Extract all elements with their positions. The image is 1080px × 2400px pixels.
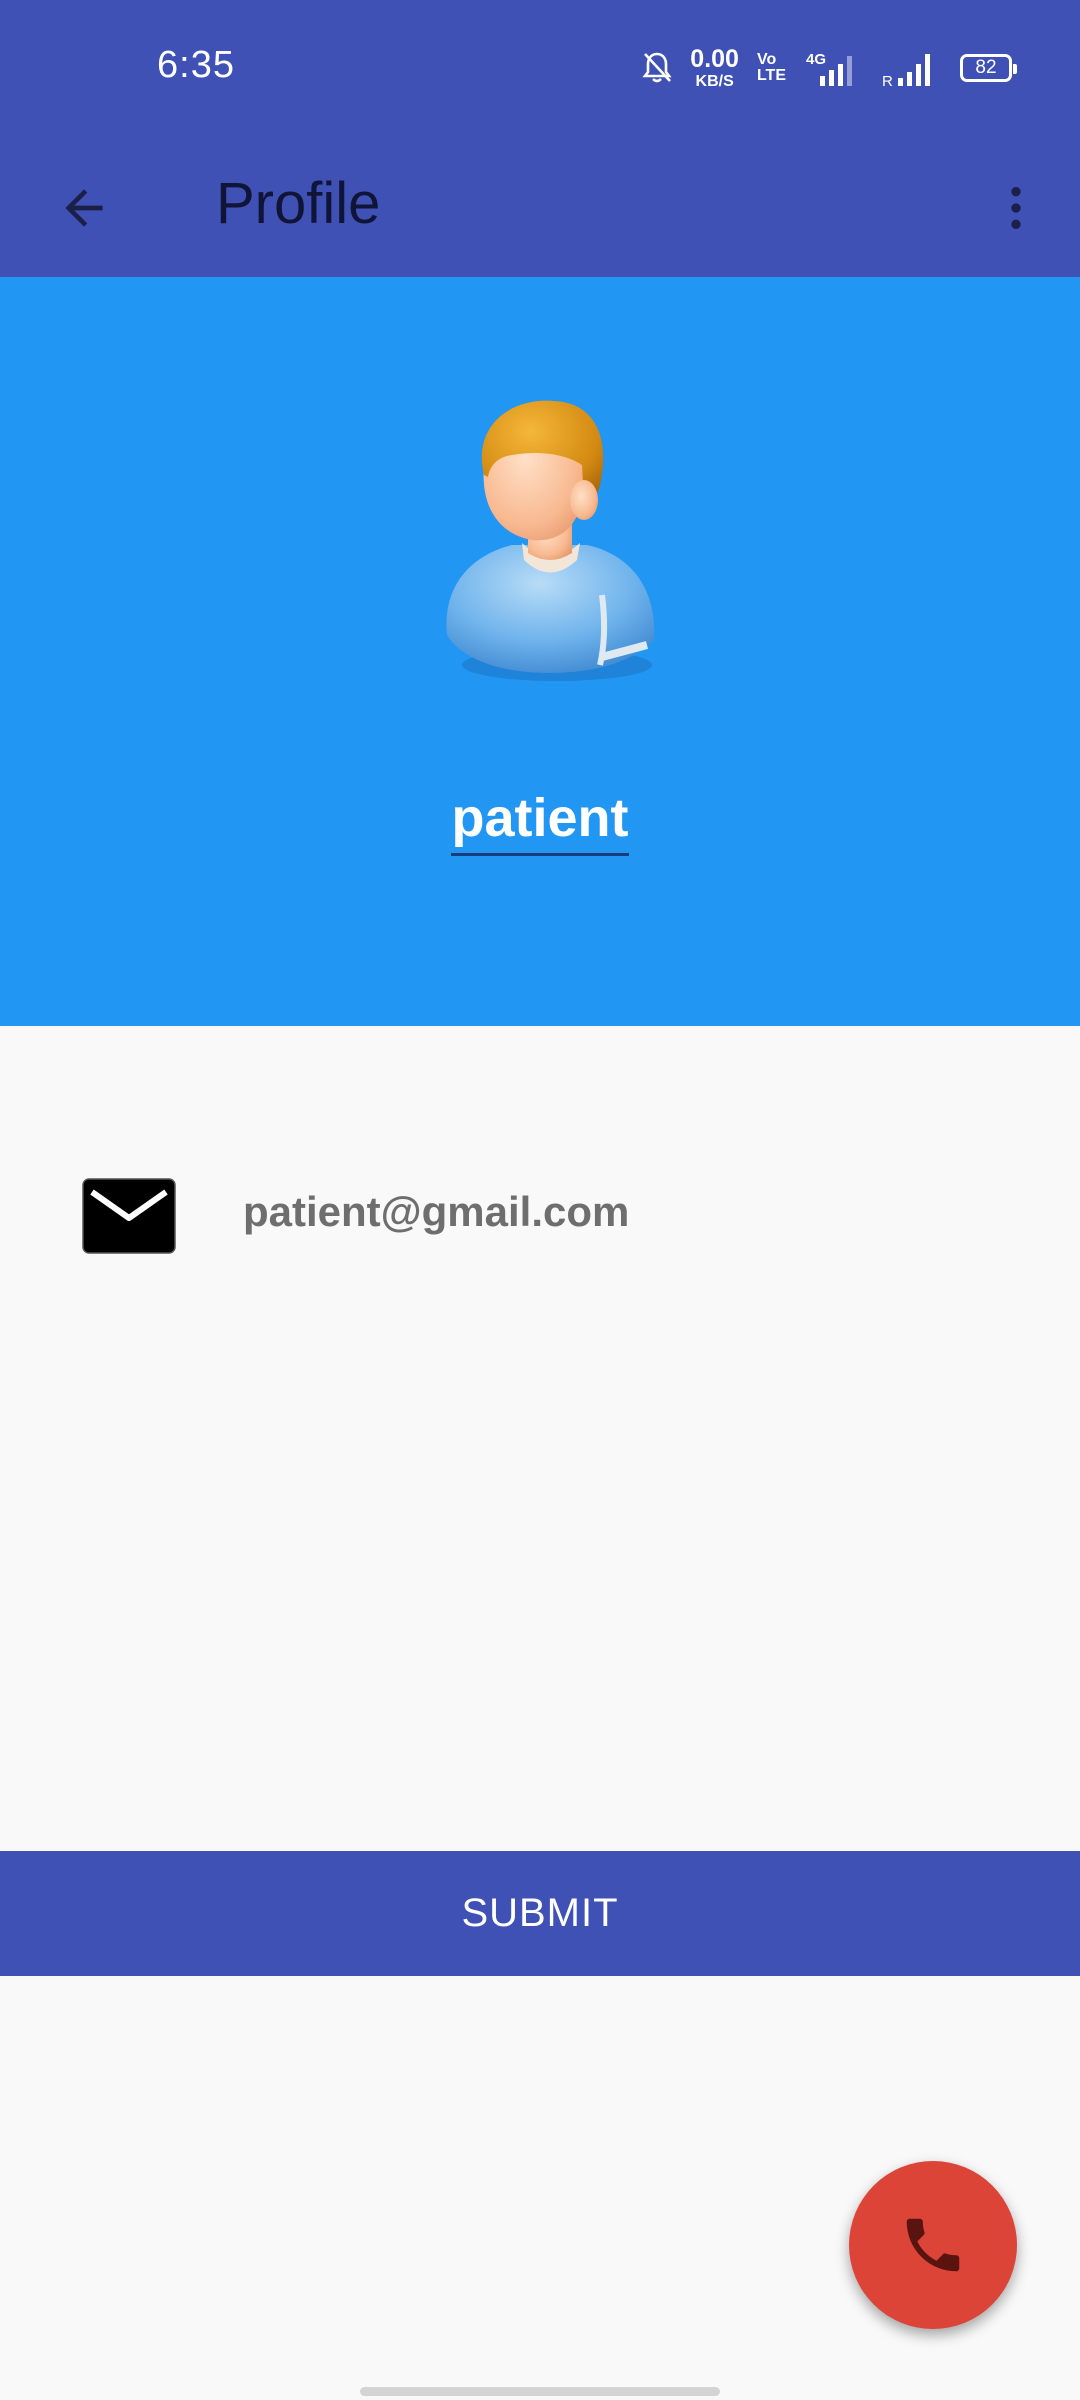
overflow-menu-button[interactable]	[972, 164, 1060, 252]
email-value: patient@gmail.com	[243, 1188, 630, 1235]
more-vert-icon	[1011, 187, 1021, 229]
signal-4g-icon: 4G	[804, 48, 864, 88]
status-bar: 6:35 0.00 KB/S Vo LTE 4G R 82	[0, 0, 1080, 136]
page-title: Profile	[216, 171, 381, 236]
profile-header: patient	[0, 277, 1080, 1026]
email-row: patient@gmail.com	[0, 1170, 1080, 1260]
roaming-label: R	[882, 73, 893, 88]
volte-top: Vo	[756, 51, 777, 68]
phone-icon	[906, 2218, 960, 2272]
battery-icon: 82	[960, 54, 1017, 82]
arrow-back-icon	[65, 189, 103, 227]
envelope-icon	[82, 1178, 176, 1254]
bell-muted-icon	[642, 51, 672, 85]
username[interactable]: patient	[451, 787, 629, 856]
network-speed-unit: KB/S	[695, 72, 734, 90]
user-avatar-icon	[446, 400, 655, 681]
avatar[interactable]	[432, 395, 666, 685]
volte-indicator: Vo LTE	[757, 52, 786, 84]
home-indicator[interactable]	[360, 2387, 720, 2396]
status-icons: 0.00 KB/S Vo LTE 4G R 82	[642, 44, 1017, 90]
toolbar: Profile	[0, 136, 1080, 277]
volte-bottom: LTE	[756, 67, 786, 84]
submit-button[interactable]: SUBMIT	[0, 1851, 1080, 1976]
username-field[interactable]: patient	[0, 787, 1080, 856]
network-speed-value: 0.00	[690, 44, 739, 73]
call-fab-button[interactable]	[849, 2161, 1017, 2329]
signal-bars-icon: R	[882, 48, 942, 88]
network-speed: 0.00 KB/S	[690, 44, 739, 90]
back-button[interactable]	[40, 164, 128, 252]
status-time: 6:35	[157, 44, 235, 86]
network-type-label: 4G	[806, 51, 826, 68]
battery-level: 82	[975, 57, 997, 78]
